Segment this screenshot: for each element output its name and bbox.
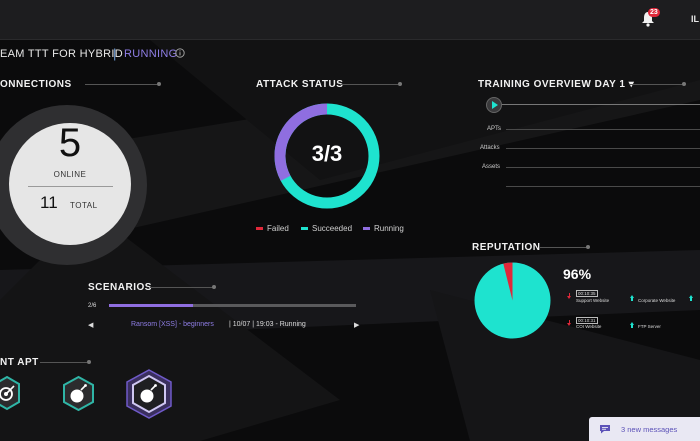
scenarios-title: SCENARIOS	[88, 282, 152, 293]
row-label-attacks: Attacks	[480, 145, 500, 151]
exercise-title: EAM TTT FOR HYBRID	[0, 48, 123, 60]
site-timer: 00:10:31	[576, 317, 598, 324]
connections-title: ONNECTIONS	[0, 79, 72, 90]
trend-down-icon	[567, 296, 571, 299]
legend-label: Succeeded	[312, 224, 353, 233]
chat-bubble-icon	[600, 425, 610, 434]
section-divider	[40, 362, 87, 363]
chevron-right-icon[interactable]: ▶	[354, 321, 359, 329]
trend-down-icon	[568, 320, 571, 323]
reputation-title: REPUTATION	[472, 242, 541, 253]
timeline-track[interactable]	[494, 104, 700, 105]
bomb-icon[interactable]	[125, 369, 173, 419]
row-line	[506, 129, 700, 130]
title-separator: |	[113, 46, 117, 61]
notification-badge: 23	[648, 8, 660, 17]
trend-up-icon	[690, 298, 692, 301]
scenario-details: | 10/07 | 19:03 - Running	[229, 321, 306, 328]
legend-failed: Failed	[256, 224, 289, 233]
section-divider	[85, 84, 157, 85]
attack-status-title: ATTACK STATUS	[256, 79, 344, 90]
new-messages-label: 3 new messages	[621, 425, 678, 434]
site-corporate-name: Corporate Website	[638, 298, 676, 303]
total-count: 11	[40, 193, 58, 212]
row-line	[506, 167, 700, 168]
scenario-progress-fill	[109, 304, 193, 307]
trend-up-icon	[629, 322, 634, 325]
reputation-pie	[474, 262, 551, 339]
play-icon	[492, 101, 498, 109]
site-ftp-name: FTP Server	[638, 324, 661, 329]
bomb-icon[interactable]	[61, 375, 96, 412]
section-dot	[87, 360, 91, 364]
site-support-name: Support Website	[576, 298, 610, 303]
apt-title: NT APT	[0, 357, 39, 368]
section-divider	[630, 84, 682, 85]
play-button[interactable]	[486, 97, 502, 113]
section-divider	[540, 247, 586, 248]
chevron-left-icon[interactable]: ◀	[88, 321, 93, 329]
legend-succeeded: Succeeded	[301, 224, 352, 233]
row-label-assets: Assets	[482, 164, 501, 170]
scenario-name-link[interactable]: Ransom [XSS] - beginners	[131, 321, 214, 328]
exercise-status: RUNNING	[124, 48, 178, 60]
section-dot	[586, 245, 590, 249]
trend-up-icon	[688, 295, 693, 298]
site-coi-time: 00:10:31	[576, 317, 598, 324]
trend-down-icon	[568, 293, 571, 296]
attack-status-value: 3/3	[311, 141, 343, 166]
legend-swatch	[363, 227, 370, 231]
site-timer: 00:10:35	[576, 290, 598, 297]
legend-swatch	[256, 227, 263, 231]
target-icon[interactable]	[0, 375, 21, 411]
connections-divider	[28, 186, 113, 187]
row-line	[506, 186, 700, 187]
trend-down-icon	[567, 323, 571, 326]
trend-up-icon	[631, 298, 633, 301]
row-line	[506, 148, 700, 149]
site-coi-name: COI Website	[576, 324, 602, 329]
online-label: ONLINE	[53, 170, 87, 179]
reputation-percent: 96%	[563, 266, 592, 282]
section-dot	[682, 82, 686, 86]
user-menu[interactable]: IL	[691, 14, 699, 24]
legend-swatch	[301, 227, 308, 231]
top-bar	[0, 0, 700, 40]
row-label-apts: APTs	[487, 126, 502, 132]
section-divider	[150, 287, 212, 288]
scenario-progress-count: 2/6	[88, 303, 97, 309]
online-count: 5	[58, 121, 82, 165]
new-messages-button[interactable]: 3 new messages	[589, 417, 700, 441]
legend-running: Running	[363, 224, 404, 233]
trend-up-icon	[631, 325, 633, 328]
section-dot	[212, 285, 216, 289]
training-overview-dropdown[interactable]: TRAINING OVERVIEW DAY 1 ▾	[478, 79, 634, 90]
section-dot	[157, 82, 161, 86]
section-divider	[340, 84, 398, 85]
total-label: TOTAL	[70, 201, 98, 210]
section-dot	[398, 82, 402, 86]
trend-up-icon	[629, 295, 634, 298]
legend-label: Running	[374, 224, 404, 233]
site-support-time: 00:10:35	[576, 290, 598, 297]
scenario-progress-bar	[109, 304, 356, 307]
legend-label: Failed	[267, 224, 289, 233]
info-icon[interactable]	[175, 48, 185, 58]
